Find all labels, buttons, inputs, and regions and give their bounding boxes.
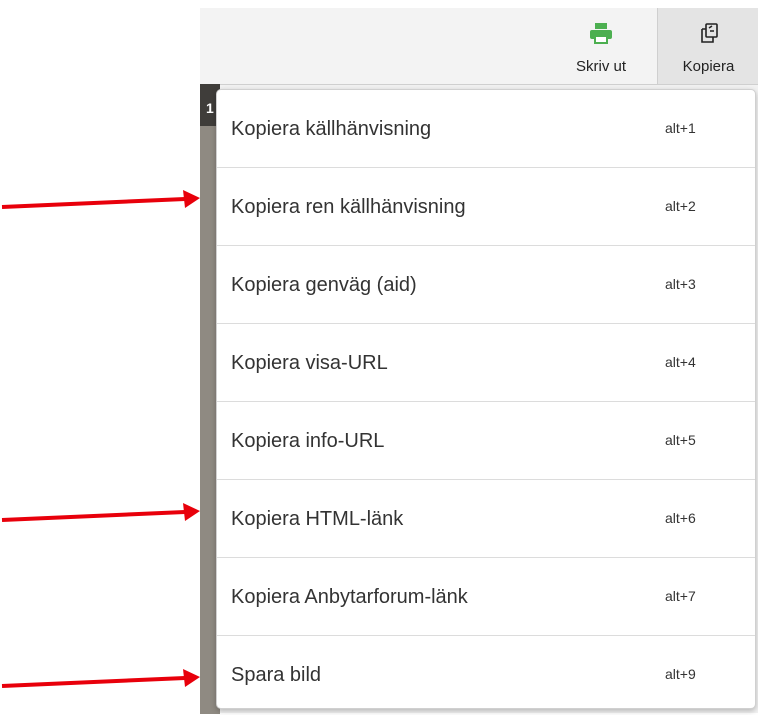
menu-item-label: Kopiera genväg (aid): [231, 274, 417, 296]
copy-dropdown-menu: Kopiera källhänvisning alt+1 Kopiera ren…: [216, 89, 756, 709]
toolbar: Skriv ut Kopiera: [200, 8, 758, 85]
menu-item-label: Kopiera Anbytarforum-länk: [231, 586, 468, 608]
copy-label: Kopiera: [682, 58, 735, 75]
menu-item-copy-info-url[interactable]: Kopiera info-URL alt+5: [217, 402, 755, 480]
menu-item-shortcut: alt+5: [665, 432, 696, 448]
menu-item-copy-html-link[interactable]: Kopiera HTML-länk alt+6: [217, 480, 755, 558]
annotation-arrow: [1, 669, 200, 688]
copy-button[interactable]: Kopiera: [657, 8, 758, 84]
menu-item-copy-anbytarforum-link[interactable]: Kopiera Anbytarforum-länk alt+7: [217, 558, 755, 636]
menu-item-shortcut: alt+1: [665, 120, 696, 136]
menu-item-label: Kopiera HTML-länk: [231, 508, 404, 530]
menu-item-copy-citation[interactable]: Kopiera källhänvisning alt+1: [217, 90, 755, 168]
printer-icon: [589, 18, 613, 48]
menu-item-label: Kopiera ren källhänvisning: [231, 196, 466, 218]
menu-item-label: Kopiera info-URL: [231, 430, 385, 452]
menu-item-shortcut: alt+7: [665, 588, 696, 604]
menu-item-label: Spara bild: [231, 664, 322, 686]
menu-item-shortcut: alt+2: [665, 198, 696, 214]
menu-item-shortcut: alt+9: [665, 666, 696, 682]
viewer-page-number: 1: [206, 100, 214, 116]
menu-item-shortcut: alt+3: [665, 276, 696, 292]
menu-item-label: Kopiera visa-URL: [231, 352, 388, 374]
menu-item-label: Kopiera källhänvisning: [231, 118, 432, 140]
annotation-arrow: [1, 190, 200, 209]
print-button[interactable]: Skriv ut: [555, 8, 647, 84]
menu-item-shortcut: alt+6: [665, 510, 696, 526]
menu-item-save-image[interactable]: Spara bild alt+9: [217, 636, 755, 713]
menu-item-copy-view-url[interactable]: Kopiera visa-URL alt+4: [217, 324, 755, 402]
menu-item-copy-shortcut-aid[interactable]: Kopiera genväg (aid) alt+3: [217, 246, 755, 324]
menu-item-copy-clean-citation[interactable]: Kopiera ren källhänvisning alt+2: [217, 168, 755, 246]
print-label: Skriv ut: [575, 58, 626, 75]
menu-item-shortcut: alt+4: [665, 354, 696, 370]
copy-icon: [697, 18, 721, 48]
annotation-arrow: [1, 503, 200, 522]
